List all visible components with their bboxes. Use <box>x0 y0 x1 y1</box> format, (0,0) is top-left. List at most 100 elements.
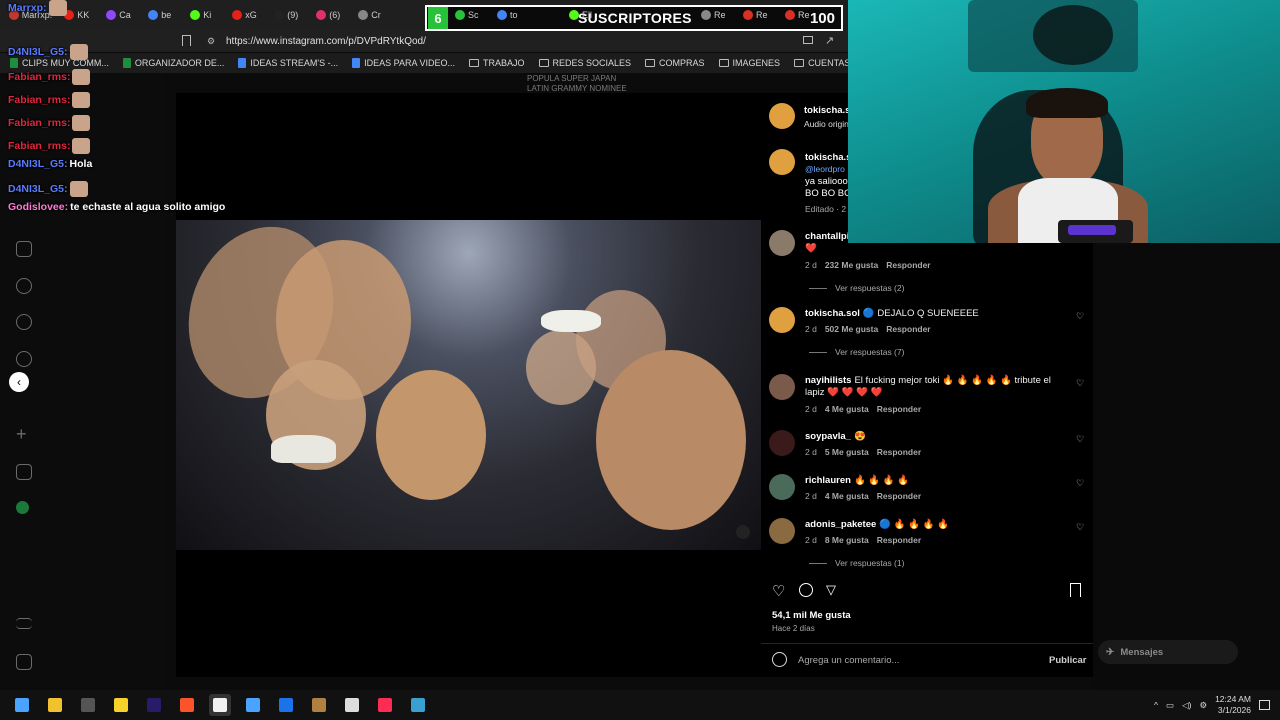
create-icon[interactable]: + <box>16 425 32 443</box>
explore-icon[interactable] <box>16 278 32 294</box>
url-text[interactable]: https://www.instagram.com/p/DVPdRYtkQod/ <box>226 36 426 47</box>
browser-tab[interactable]: Re <box>738 3 778 27</box>
comment-username[interactable]: tokischa.sol <box>805 308 860 319</box>
settings-icon[interactable]: ⚙ <box>1199 700 1207 711</box>
taskbar-premiere-icon[interactable] <box>143 694 165 716</box>
messages-pill[interactable]: ✈ Mensajes <box>1098 640 1238 664</box>
comment-input[interactable]: Agrega un comentario... <box>798 655 899 666</box>
reply-button[interactable]: Responder <box>886 260 930 270</box>
caption-mention[interactable]: @leordpro <box>805 164 845 174</box>
comment-like-icon[interactable]: ♡ <box>1075 522 1085 532</box>
comment-avatar[interactable] <box>769 474 795 500</box>
bookmark-star-icon[interactable] <box>182 35 191 46</box>
browser-tab[interactable]: Re <box>780 3 820 27</box>
reply-button[interactable]: Responder <box>877 535 921 545</box>
screen-icon[interactable] <box>803 36 813 44</box>
bookmark-item[interactable]: IDEAS STREAM'S -... <box>238 58 338 68</box>
comment-username[interactable]: adonis_paketee <box>805 519 876 530</box>
video-frame[interactable] <box>176 220 761 550</box>
share-icon[interactable]: ▽ <box>826 582 836 598</box>
profile-avatar[interactable] <box>16 501 29 514</box>
browser-tab[interactable]: to <box>492 3 532 27</box>
taskbar-windows-icon[interactable] <box>11 694 33 716</box>
taskbar-tiktok-icon[interactable] <box>374 694 396 716</box>
reply-button[interactable]: Responder <box>877 491 921 501</box>
bookmark-item[interactable]: ORGANIZADOR DE... <box>122 58 224 68</box>
comment-like-icon[interactable]: ♡ <box>1075 434 1085 444</box>
menu-icon[interactable] <box>16 618 32 629</box>
likes-count[interactable]: 54,1 mil Me gusta <box>772 610 851 621</box>
search-icon[interactable] <box>16 314 32 330</box>
dashboard-icon[interactable] <box>16 464 32 480</box>
caption-avatar[interactable] <box>769 149 795 175</box>
volume-icon[interactable]: ◁) <box>1182 700 1191 711</box>
notification-icon[interactable] <box>1259 700 1270 710</box>
comment-like-icon[interactable]: ♡ <box>1075 478 1085 488</box>
bookmark-item[interactable]: CUENTAS <box>794 58 848 68</box>
network-icon[interactable]: ▭ <box>1166 700 1174 711</box>
browser-tab[interactable]: (6) <box>311 3 351 27</box>
chevron-up-icon[interactable]: ^ <box>1154 700 1158 710</box>
browser-tab[interactable]: be <box>143 3 183 27</box>
browser-tab[interactable]: Sc <box>450 3 490 27</box>
comment-username[interactable]: nayihilists <box>805 375 851 386</box>
taskbar-package-icon[interactable] <box>308 694 330 716</box>
comment-username[interactable]: chantallpi <box>805 231 849 242</box>
emoji-icon[interactable] <box>772 652 787 667</box>
comment-avatar[interactable] <box>769 518 795 544</box>
comment-username[interactable]: soypavla_ <box>805 431 851 442</box>
browser-tab[interactable]: Ki <box>185 3 225 27</box>
reels-icon[interactable] <box>16 241 32 257</box>
reply-button[interactable]: Responder <box>877 447 921 457</box>
taskbar-chrome-icon[interactable] <box>275 694 297 716</box>
taskbar-capcut-icon[interactable] <box>341 694 363 716</box>
taskbar-obs-icon[interactable] <box>77 694 99 716</box>
prev-arrow-icon[interactable]: ‹ <box>9 372 29 392</box>
taskbar-files-icon[interactable] <box>44 694 66 716</box>
browser-tab[interactable]: (9) <box>269 3 309 27</box>
comment-avatar[interactable] <box>769 230 795 256</box>
post-author-avatar[interactable] <box>769 103 795 129</box>
taskbar-notepad-icon[interactable] <box>209 694 231 716</box>
taskbar-yellow-app-icon[interactable] <box>110 694 132 716</box>
browser-tab[interactable]: Cr <box>353 3 393 27</box>
view-replies-button[interactable]: Ver respuestas (2) <box>809 283 904 293</box>
comment-avatar[interactable] <box>769 374 795 400</box>
comment-likes[interactable]: 8 Me gusta <box>825 535 869 545</box>
share-icon[interactable]: ↗ <box>825 34 834 47</box>
comment-like-icon[interactable]: ♡ <box>1075 311 1085 321</box>
taskbar-brave-icon[interactable] <box>176 694 198 716</box>
bookmark-item[interactable]: IMAGENES <box>718 58 780 68</box>
comment-avatar[interactable] <box>769 307 795 333</box>
address-bar[interactable]: ⚙ https://www.instagram.com/p/DVPdRYtkQo… <box>0 30 848 52</box>
publish-button[interactable]: Publicar <box>1049 655 1087 666</box>
comment-likes[interactable]: 4 Me gusta <box>825 404 869 414</box>
post-audio[interactable]: Audio origin <box>804 119 849 129</box>
save-icon[interactable] <box>1070 583 1081 597</box>
comment-likes[interactable]: 5 Me gusta <box>825 447 869 457</box>
site-info-icon[interactable]: ⚙ <box>207 36 215 47</box>
reply-button[interactable]: Responder <box>886 324 930 334</box>
view-replies-button[interactable]: Ver respuestas (1) <box>809 558 904 568</box>
compass-icon[interactable] <box>16 351 32 367</box>
like-icon[interactable]: ♡ <box>772 582 785 600</box>
browser-tab[interactable]: Re <box>696 3 736 27</box>
reply-button[interactable]: Responder <box>877 404 921 414</box>
comment-username[interactable]: richlauren <box>805 475 851 486</box>
browser-tab[interactable]: Ca <box>101 3 141 27</box>
comment-likes[interactable]: 4 Me gusta <box>825 491 869 501</box>
comment-icon[interactable] <box>799 583 813 597</box>
comment-likes[interactable]: 232 Me gusta <box>825 260 878 270</box>
mute-icon[interactable] <box>736 525 750 539</box>
threads-icon[interactable] <box>16 654 32 670</box>
comment-avatar[interactable] <box>769 430 795 456</box>
bookmark-item[interactable]: REDES SOCIALES <box>538 58 631 68</box>
comment-likes[interactable]: 502 Me gusta <box>825 324 878 334</box>
browser-tab[interactable]: Ell <box>564 3 604 27</box>
taskbar-globe-icon[interactable] <box>407 694 429 716</box>
browser-tab[interactable]: xG <box>227 3 267 27</box>
taskbar-docs-icon[interactable] <box>242 694 264 716</box>
bookmark-item[interactable]: TRABAJO <box>468 58 525 68</box>
comment-like-icon[interactable]: ♡ <box>1075 378 1085 388</box>
bookmark-item[interactable]: COMPRAS <box>645 58 705 68</box>
